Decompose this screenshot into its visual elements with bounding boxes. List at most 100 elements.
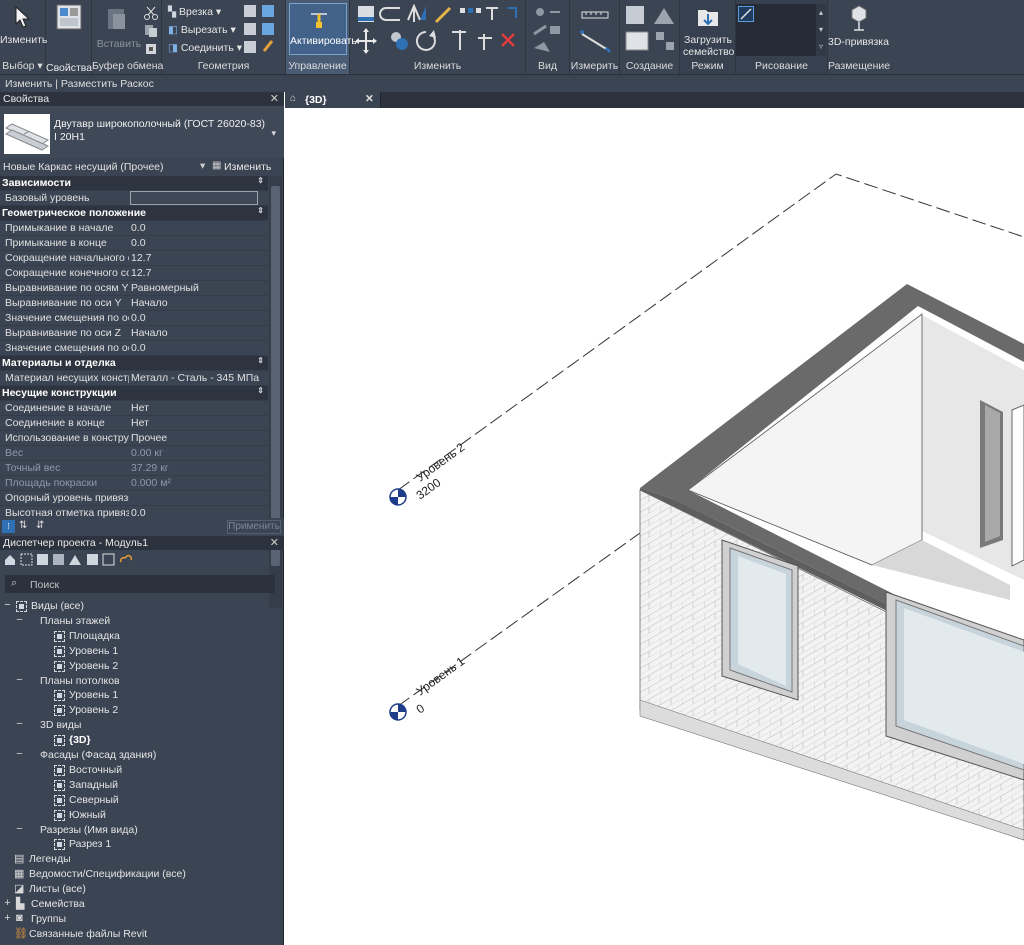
property-row[interactable]: Значение смещения по оси Y0.0 [0,311,268,326]
sort-desc-icon[interactable]: ⇵ [36,520,44,531]
geometry-tools-icons[interactable] [244,5,278,55]
3d-snap-button[interactable]: 3D-привязка [828,36,889,48]
cut-icon[interactable] [144,6,158,20]
building-model[interactable] [639,284,1024,841]
properties-button[interactable]: Свойства [46,62,92,74]
collapse-icon[interactable]: ⇕ [257,176,264,185]
browser-node[interactable]: Западный [0,778,284,793]
property-row[interactable]: Примыкание в начале 0.0 [0,221,268,236]
collapse-icon[interactable]: − [3,599,12,611]
3d-viewport[interactable]: Уровень 2 3200 Уровень 1 0 [285,108,1024,945]
property-row[interactable]: Соединение в начале Нет [0,401,268,416]
property-category[interactable]: Геометрическое положение ⇕ [0,206,268,221]
apply-button[interactable]: Применить [227,520,281,534]
browser-node[interactable]: Уровень 1 [0,688,284,703]
level-1-head[interactable] [389,703,407,721]
browser-node[interactable]: − Фасады (Фасад здания) [0,748,284,763]
browser-node[interactable]: Разрез 1 [0,837,284,852]
paste-icon[interactable] [106,6,128,32]
collapse-icon[interactable]: − [15,748,24,760]
cope-button[interactable]: ▚ Врезка ▾ [168,6,221,18]
browser-node[interactable]: {3D} [0,733,284,748]
property-row[interactable]: Опорный уровень привязки ... [0,491,268,506]
property-row[interactable]: Площадь покраски 0.000 м² [0,476,268,491]
paste-button[interactable]: Вставить [96,38,142,50]
browser-node[interactable]: ⛓ Связанные файлы Revit [0,927,284,942]
collapse-icon[interactable]: − [15,614,24,626]
browser-node[interactable]: − 3D виды [0,718,284,733]
property-input[interactable] [130,191,258,205]
match-properties-icon[interactable] [144,42,158,56]
expand-icon[interactable]: + [3,897,12,909]
property-row[interactable]: Материал несущих конструк...Металл - Ста… [0,371,268,386]
browser-node[interactable]: + ◙ Группы [0,912,284,927]
close-icon[interactable]: ✕ [270,92,279,105]
browser-node[interactable]: ◪ Листы (все) [0,882,284,897]
browser-node[interactable]: Площадка [0,629,284,644]
cut-geometry-button[interactable]: ◧ Вырезать ▾ [168,24,236,36]
browser-node[interactable]: Северный [0,793,284,808]
collapse-icon[interactable]: ⇕ [257,356,264,365]
instance-filter[interactable]: Новые Каркас несущий (Прочее) [3,161,164,173]
property-row[interactable]: Сокращение конечного соед...12.7 [0,266,268,281]
copy-icon[interactable] [144,24,158,38]
view-icon [54,839,65,851]
join-button[interactable]: ◨ Соединить ▾ [168,42,242,54]
property-row[interactable]: Использование в конструкцииПрочее [0,431,268,446]
browser-node[interactable]: Уровень 2 [0,703,284,718]
level-2-head[interactable] [389,488,407,506]
modify-tools-icons[interactable] [356,4,522,56]
property-row[interactable]: Сокращение начального сое...12.7 [0,251,268,266]
browser-node[interactable]: Уровень 1 [0,644,284,659]
property-row[interactable]: Соединение в конце Нет [0,416,268,431]
property-row[interactable]: Точный вес 37.29 кг [0,461,268,476]
view-tools-icons[interactable] [532,4,564,54]
modify-button[interactable]: Изменить [0,34,47,46]
browser-close-icon[interactable]: ✕ [270,536,279,549]
create-tools-icons[interactable] [624,4,678,54]
collapse-icon[interactable]: − [15,718,24,730]
property-row[interactable]: Выравнивание по осям YZ Равномерный [0,281,268,296]
filter-chevron-icon[interactable]: ▾ [200,160,205,172]
activate-button[interactable]: Активировать [289,3,357,55]
property-row[interactable]: Примыкание в конце 0.0 [0,236,268,251]
collapse-icon[interactable]: − [15,823,24,835]
browser-node[interactable]: Восточный [0,763,284,778]
type-selector[interactable]: Двутавр широкополочный (ГОСТ 26020-83) I… [0,106,284,158]
property-category[interactable]: Несущие конструкции ⇕ [0,386,268,401]
property-row[interactable]: Вес 0.00 кг [0,446,268,461]
browser-node[interactable]: − Разрезы (Имя вида) [0,823,284,838]
browser-node[interactable]: Южный [0,808,284,823]
browser-search-input[interactable]: ⌕ Поиск [5,575,275,593]
tab-close-icon[interactable]: ✕ [365,93,374,105]
expand-icon[interactable]: + [3,912,12,924]
browser-node[interactable]: ▤ Легенды [0,852,284,867]
sort-category-icon[interactable]: ⁝ [2,520,15,533]
sort-asc-icon[interactable]: ⇅ [19,520,27,531]
measure-icon[interactable] [578,4,614,54]
draw-gallery-scroll[interactable]: ▴ ▾ ▿ [816,4,826,56]
browser-node[interactable]: + ▙ Семейства [0,897,284,912]
browser-node[interactable]: − Планы потолков [0,674,284,689]
property-row[interactable]: Выравнивание по оси Z Начало [0,326,268,341]
browser-node[interactable]: − Виды (все) [0,599,284,614]
browser-node[interactable]: Уровень 2 [0,659,284,674]
collapse-icon[interactable]: ⇕ [257,386,264,395]
property-row[interactable]: Значение смещения по оси Z0.0 [0,341,268,356]
chevron-down-icon[interactable]: ▾ [271,128,276,139]
collapse-icon[interactable]: − [15,674,24,686]
tab-3d[interactable]: ⌂ {3D} ✕ [285,92,381,108]
property-row[interactable]: Выравнивание по оси Y Начало [0,296,268,311]
collapse-icon[interactable]: ⇕ [257,206,264,215]
browser-node[interactable]: ▦ Ведомости/Спецификации (все) [0,867,284,882]
property-category[interactable]: Материалы и отделка ⇕ [0,356,268,371]
property-row[interactable]: Базовый уровень [0,191,268,206]
browser-toolbar-icons[interactable] [3,552,139,566]
browser-node[interactable]: − Планы этажей [0,614,284,629]
properties-icon[interactable] [56,4,82,30]
draw-gallery[interactable]: ▴ ▾ ▿ [736,4,826,56]
line-tool-icon[interactable] [738,6,754,22]
load-family-button[interactable]: Загрузить семейство [680,34,736,58]
property-category[interactable]: Зависимости ⇕ [0,176,268,191]
select-dropdown[interactable]: Выбор ▾ [0,60,45,72]
